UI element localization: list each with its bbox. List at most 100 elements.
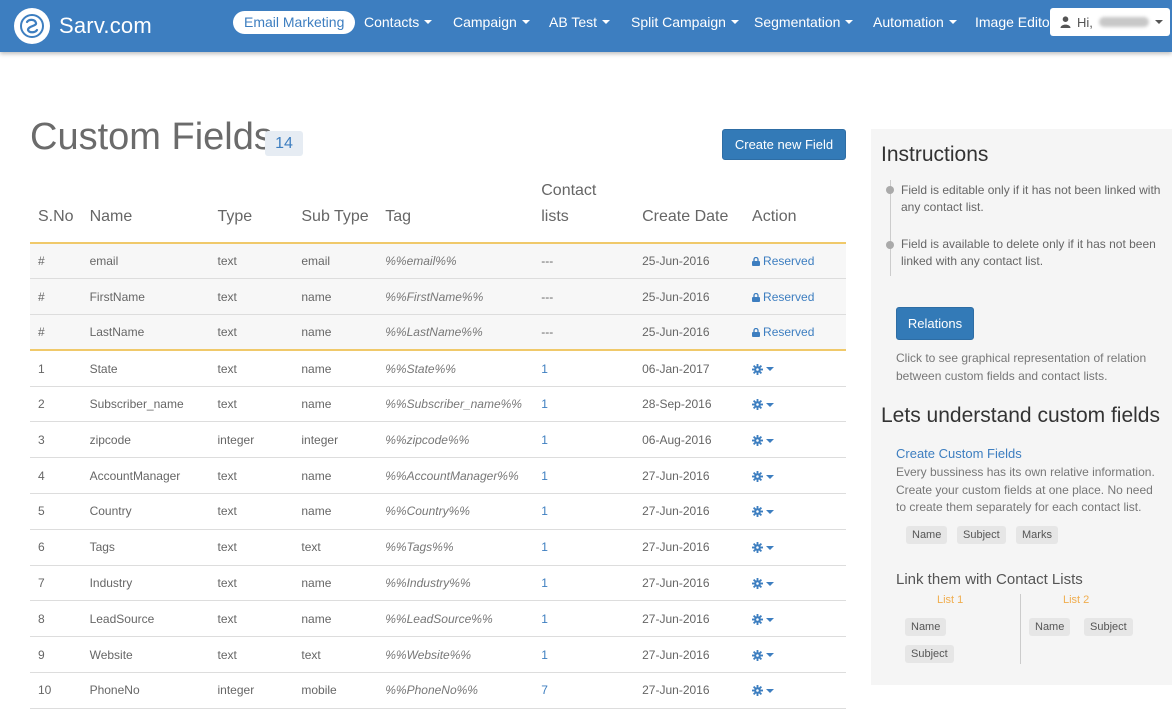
cell-contact-lists[interactable]: 1 [533,493,635,530]
nav-item-image-editor[interactable]: Image Editor [975,11,1054,34]
cell-name: zipcode [81,421,210,459]
row-actions-dropdown[interactable] [752,397,775,411]
table-row: # email text email %%email%% --- 25-Jun-2016 Re… [30,243,846,280]
nav-item-label: AB Test [549,14,597,30]
cell-type: text [209,457,294,495]
cell-action [744,421,846,459]
nav-item-automation[interactable]: Automation [873,11,957,34]
row-actions-dropdown[interactable] [752,469,775,483]
cell-create-date: 25-Jun-2016 [634,278,745,316]
cell-subtype: name [293,278,378,316]
cell-subtype: name [293,386,378,423]
nav-item-label: Image Editor [975,14,1055,30]
reserved-text: Reserved [763,254,815,269]
create-new-field-button[interactable]: Create new Field [722,129,846,160]
cell-contact-lists: --- [533,243,635,280]
brand[interactable]: Sarv.com [14,8,152,44]
cell-tag: %%zipcode%% [377,421,534,459]
cell-action [744,457,846,495]
cell-contact-lists[interactable]: 1 [533,600,635,638]
field-chip: Marks [1016,526,1058,544]
cell-create-date: 27-Jun-2016 [634,493,745,530]
cell-name: LeadSource [81,600,210,638]
table-row: 6 Tags text text %%Tags%% 1 27-Jun-2016 [30,529,846,566]
cell-contact-lists[interactable]: 1 [533,565,635,602]
cell-type: text [209,493,294,530]
link-lists-title: Link them with Contact Lists [896,571,1083,588]
caret-down-icon [766,546,775,551]
cell-contact-lists: --- [533,278,635,316]
row-actions-dropdown[interactable] [752,612,775,626]
cell-create-date: 25-Jun-2016 [634,243,745,280]
table-row: 3 zipcode integer integer %%zipcode%% 1 06-Aug… [30,421,846,459]
brand-name: Sarv.com [59,13,152,38]
header-contact-lists-line1: Contact [541,182,597,199]
cell-sno: # [30,278,82,316]
cell-type: text [209,350,294,387]
row-actions-dropdown[interactable] [752,362,775,376]
table-row: 4 AccountManager text name %%AccountManager%… [30,457,846,495]
cell-subtype: name [293,457,378,495]
cell-action [744,529,846,566]
cell-tag: %%State%% [377,350,534,387]
cell-contact-lists[interactable]: 1 [533,529,635,566]
nav-item-email-marketing[interactable]: Email Marketing [233,11,356,34]
table-row: # FirstName text name %%FirstName%% --- 25-Jun… [30,278,846,316]
table-header-row: S.No Name Type Sub Type Tag Contact lists… [30,178,846,244]
row-actions-dropdown[interactable] [752,683,775,697]
row-actions-dropdown[interactable] [752,504,775,518]
header-name: Name [81,178,210,244]
cell-tag: %%PhoneNo%% [377,672,534,709]
nav-item-ab-test[interactable]: AB Test [549,11,610,34]
cell-create-date: 25-Jun-2016 [634,314,745,352]
header-create-date: Create Date [634,178,745,244]
top-navbar: Sarv.com Email Marketing Contacts Campai… [0,0,1172,52]
cell-type: integer [209,672,294,709]
cell-contact-lists[interactable]: 1 [533,386,635,423]
gear-icon [752,506,764,518]
nav-item-split-campaign[interactable]: Split Campaign [631,11,739,34]
field-chip: Name [906,526,948,544]
cell-contact-lists[interactable]: 1 [533,636,635,674]
cell-subtype: mobile [293,672,378,709]
timeline-dot [886,241,894,249]
row-actions-dropdown[interactable] [752,576,775,590]
cell-contact-lists[interactable]: 1 [533,457,635,495]
nav-item-segmentation[interactable]: Segmentation [754,11,854,34]
cell-name: LastName [81,314,210,352]
user-menu-button[interactable]: Hi, [1050,8,1170,36]
cell-sno: 10 [30,672,82,709]
create-custom-fields-description: Every bussiness has its own relative inf… [896,465,1155,514]
relations-button[interactable]: Relations [896,307,974,340]
gear-icon [752,649,764,661]
nav-item-contacts[interactable]: Contacts [364,11,433,34]
caret-down-icon [948,20,957,25]
cell-sno: 4 [30,457,82,495]
header-tag: Tag [377,178,534,244]
create-custom-fields-link[interactable]: Create Custom Fields [896,446,1022,461]
table-row: 7 Industry text name %%Industry%% 1 27-Jun-201… [30,565,846,602]
cell-type: text [209,243,294,280]
header-action: Action [744,178,846,244]
cell-contact-lists[interactable]: 7 [533,672,635,709]
cell-subtype: name [293,350,378,387]
nav-item-label: Campaign [453,14,517,30]
nav-item-campaign[interactable]: Campaign [453,11,530,34]
lock-icon [752,257,761,267]
row-actions-dropdown[interactable] [752,433,775,447]
cell-contact-lists: --- [533,314,635,352]
row-actions-dropdown[interactable] [752,648,775,662]
cell-name: PhoneNo [81,672,210,709]
table-row: 5 Country text name %%Country%% 1 27-Jun-2016 [30,493,846,530]
caret-down-icon [602,20,610,25]
instructions-sidebar: Instructions Field is editable only if i… [871,129,1172,685]
cell-subtype: integer [293,421,378,459]
cell-contact-lists[interactable]: 1 [533,350,635,387]
cell-create-date: 06-Jan-2017 [634,350,745,387]
row-actions-dropdown[interactable] [752,540,775,554]
cell-name: Country [81,493,210,530]
cell-name: Tags [81,529,210,566]
caret-down-icon [766,617,775,622]
cell-contact-lists[interactable]: 1 [533,421,635,459]
gear-icon [752,613,764,625]
